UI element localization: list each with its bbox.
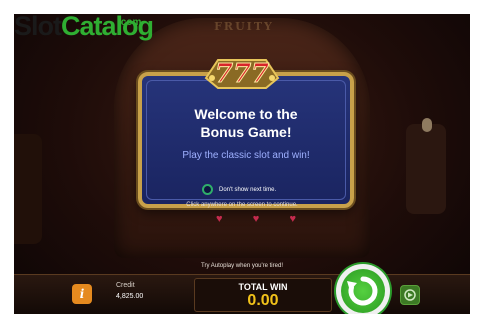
dialog-subtitle: Play the classic slot and win! — [182, 150, 310, 161]
dont-show-checkbox[interactable] — [202, 184, 213, 195]
total-win-value: 0.00 — [247, 292, 279, 309]
hearts-row: ♥ ♥ ♥ — [216, 212, 296, 226]
info-button[interactable]: i — [72, 284, 92, 304]
info-icon: i — [79, 287, 85, 301]
badge-text: 777 — [215, 59, 269, 89]
spin-button-face — [341, 269, 385, 313]
left-decor — [14, 134, 42, 244]
continue-hint: Click anywhere on the screen to continue… — [186, 202, 298, 208]
dialog-title-line-1: Welcome to the — [194, 106, 298, 122]
watermark-part-3: .com — [118, 17, 142, 28]
spin-arrow-icon — [347, 276, 378, 306]
total-win-label: TOTAL WIN — [238, 282, 288, 292]
lever-slot — [406, 124, 446, 214]
spin-button[interactable] — [336, 264, 390, 314]
bonus-game-dialog[interactable]: Welcome to the Bonus Game! Play the clas… — [138, 72, 354, 208]
dialog-title-line-2: Bonus Game! — [200, 124, 292, 140]
seven-seven-seven-badge: 777 — [204, 59, 280, 90]
autoplay-button[interactable] — [400, 285, 420, 305]
game-viewport[interactable]: FRUITY 777 Welcome to the Bonus Game! Pl… — [14, 14, 470, 314]
lever-knob — [422, 118, 432, 132]
dont-show-row[interactable]: Don't show next time. — [202, 184, 276, 195]
cabinet-sign: FRUITY — [214, 20, 274, 33]
dont-show-label[interactable]: Don't show next time. — [219, 187, 276, 193]
autoplay-tip: Try Autoplay when you're tired! — [201, 263, 283, 269]
heart-icon: ♥ — [216, 213, 223, 225]
total-win-display: TOTAL WIN 0.00 — [194, 278, 332, 312]
autoplay-icon — [404, 289, 416, 301]
credit-value: 4,825.00 — [116, 293, 144, 300]
heart-icon: ♥ — [252, 213, 260, 225]
watermark-part-1: Slot — [14, 11, 62, 41]
slotcatalog-watermark: SlotCatalog .com — [14, 11, 154, 41]
heart-icon: ♥ — [289, 213, 296, 225]
credit-label: Credit — [116, 282, 135, 289]
